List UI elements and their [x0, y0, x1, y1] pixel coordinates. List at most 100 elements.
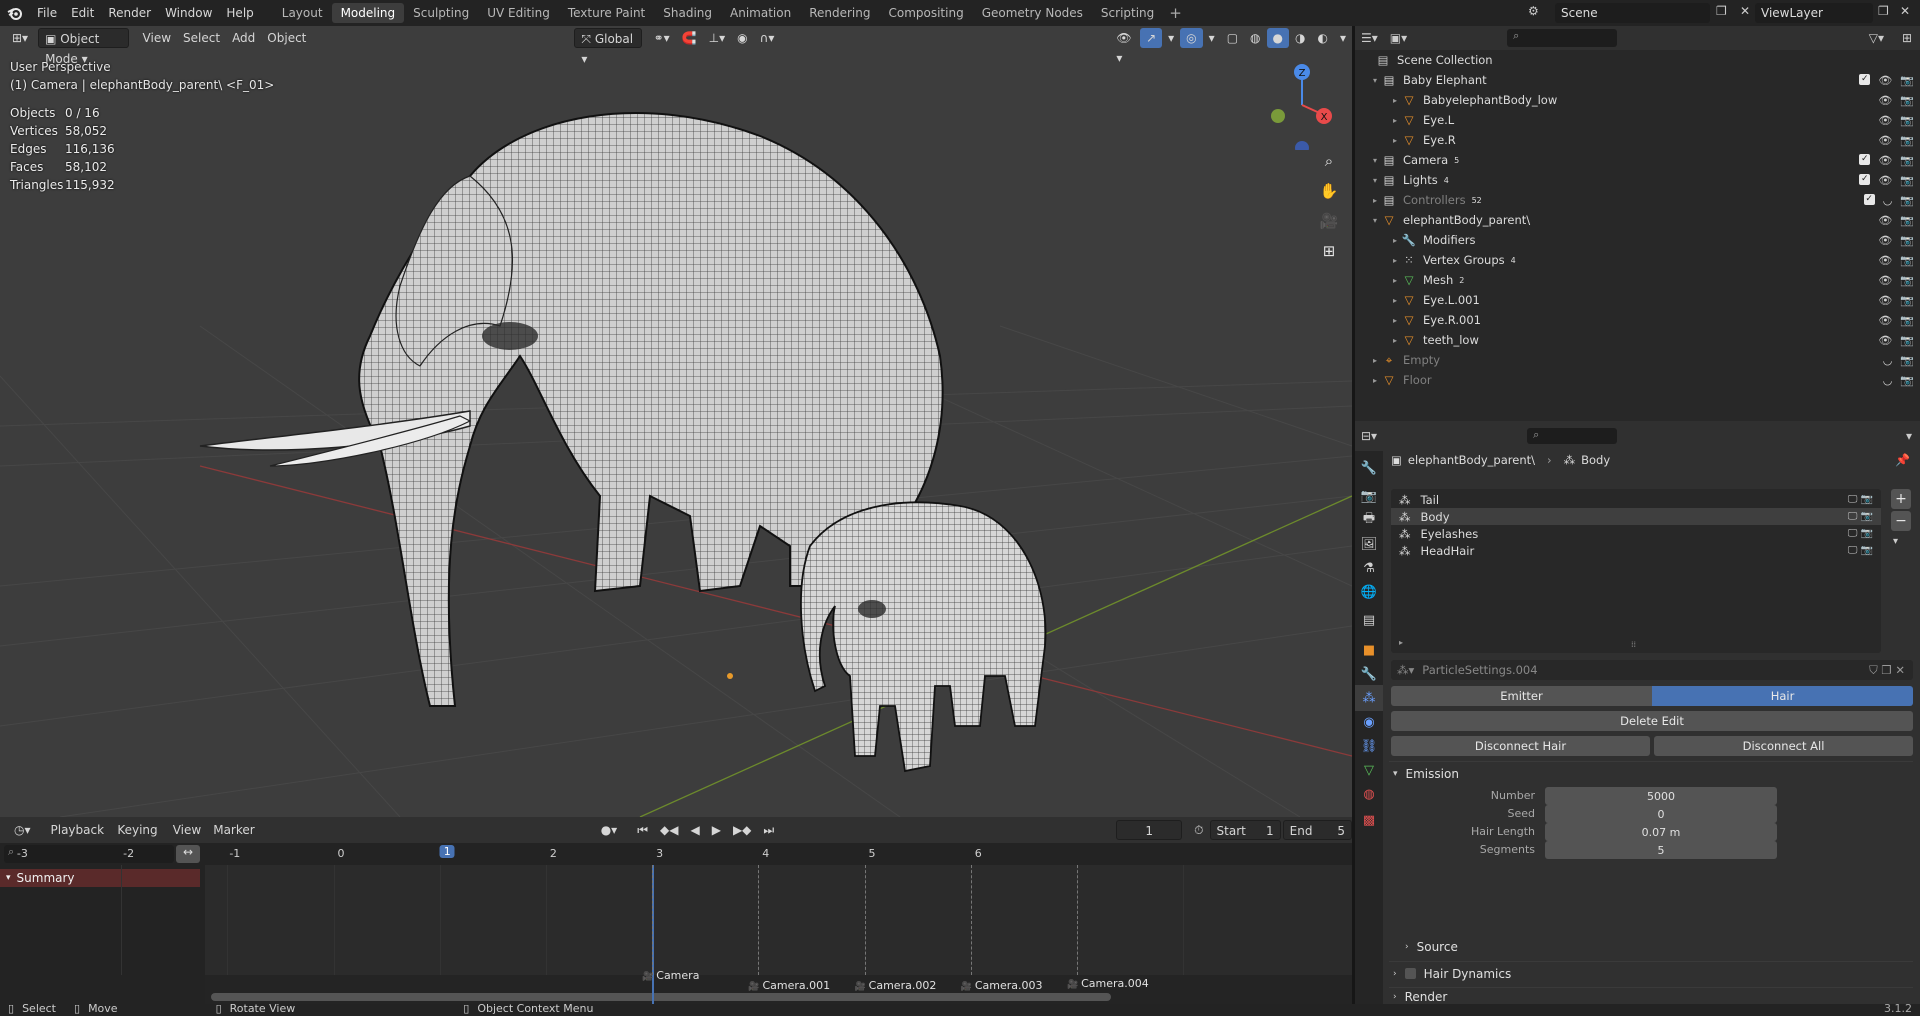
overlay-toggle-icon[interactable]: ◎ [1180, 28, 1203, 48]
timeline-marker[interactable]: 🎥 Camera.004 [1067, 977, 1149, 990]
display-mode-icon[interactable]: ▣▾ [1390, 31, 1407, 45]
visibility-eye-icon[interactable]: 👁 [1878, 274, 1892, 287]
menu-window[interactable]: Window [158, 0, 219, 26]
outliner-row[interactable]: ▸ ▽ Mesh 2 👁 📷 [1355, 270, 1920, 290]
outliner-row[interactable]: ▸ ▽ Eye.L 👁 📷 [1355, 110, 1920, 130]
timeline-marker[interactable]: 🎥 Camera.001 [748, 979, 830, 992]
material-shading-icon[interactable]: ◑ [1289, 28, 1311, 48]
outliner-row[interactable]: ▸ ▽ BabyelephantBody_low 👁 📷 [1355, 90, 1920, 110]
outliner-row[interactable]: ▸ 🔧 Modifiers 👁 📷 [1355, 230, 1920, 250]
blender-logo-icon[interactable] [0, 0, 30, 26]
emission-panel-header[interactable]: ▾ Emission [1389, 761, 1913, 785]
delete-edit-button[interactable]: Delete Edit [1391, 711, 1913, 731]
jump-start-icon[interactable]: ⏮ [631, 820, 654, 840]
tab-modeling[interactable]: Modeling [331, 3, 405, 23]
scene-selector[interactable]: Scene [1555, 3, 1710, 23]
menu-keying[interactable]: Keying ▾ [111, 820, 166, 857]
constraints-tab-icon[interactable]: ⛓ [1355, 733, 1383, 759]
render-panel[interactable]: › Render [1389, 987, 1913, 1005]
tab-geometry-nodes[interactable]: Geometry Nodes [973, 3, 1092, 23]
render-camera-icon[interactable]: 📷 [1900, 194, 1914, 207]
render-camera-icon[interactable]: 📷 [1900, 334, 1914, 347]
outliner-row[interactable]: ▾ ▤ Lights 4 ✓ 👁 📷 [1355, 170, 1920, 190]
visibility-eye-icon[interactable]: 👁 [1878, 154, 1892, 167]
tab-rendering[interactable]: Rendering [800, 3, 879, 23]
data-tab-icon[interactable]: ▽ [1355, 757, 1383, 783]
texture-tab-icon[interactable]: ▩ [1355, 807, 1383, 833]
emission-field-input[interactable]: 0.07 m [1545, 823, 1777, 841]
timeline-scrollbar[interactable] [211, 993, 1111, 1001]
properties-editor-icon[interactable]: ⊟▾ [1361, 429, 1377, 443]
editor-type-icon[interactable]: ⊞▾ [6, 28, 34, 48]
menu-playback[interactable]: Playback ▾ [45, 820, 112, 857]
filter-icon[interactable]: ▽▾ [1869, 31, 1884, 45]
exclude-checkbox[interactable]: ✓ [1859, 73, 1871, 85]
expand-icon[interactable]: ▸ [1389, 296, 1401, 305]
collapse-icon[interactable]: ▾ [1369, 156, 1381, 165]
visibility-eye-icon[interactable]: 👁 [1878, 334, 1892, 347]
dopesheet-area[interactable]: 🎥 Camera 🎥 Camera.001 🎥 Camera.002 🎥 Camera… [121, 865, 1352, 1004]
menu-help[interactable]: Help [219, 0, 260, 26]
remove-scene-icon[interactable]: ✕ [1740, 4, 1750, 18]
end-frame-field[interactable]: End 5 [1282, 820, 1352, 840]
collapse-icon[interactable]: ▾ [1369, 176, 1381, 185]
viewport-render-toggle-icon[interactable]: 🖵 📷 [1848, 494, 1873, 505]
menu-marker[interactable]: Marker [207, 820, 260, 840]
render-camera-icon[interactable]: 📷 [1900, 174, 1914, 187]
menu-view[interactable]: View [137, 28, 177, 48]
play-reverse-icon[interactable]: ◀ [684, 820, 705, 840]
view-layer-tab-icon[interactable]: 🖼 [1355, 531, 1383, 557]
expand-icon[interactable]: ▸ [1389, 316, 1401, 325]
pivot-icon[interactable]: ⚭▾ [648, 28, 676, 48]
tab-uv-editing[interactable]: UV Editing [478, 3, 559, 23]
properties-search-input[interactable]: ⌕ [1527, 428, 1618, 444]
expand-icon[interactable]: ▸ [1389, 136, 1401, 145]
tab-compositing[interactable]: Compositing [879, 3, 972, 23]
tab-sculpting[interactable]: Sculpting [404, 3, 478, 23]
visibility-eye-icon[interactable]: 👁 [1878, 134, 1892, 147]
pan-hand-icon[interactable]: ✋ [1316, 178, 1342, 204]
add-particle-system-button[interactable]: + [1891, 489, 1911, 509]
particle-system-item[interactable]: ⁂ Eyelashes 🖵 📷 [1391, 525, 1881, 542]
outliner-row[interactable]: ▸ ▽ Eye.L.001 👁 📷 [1355, 290, 1920, 310]
prev-keyframe-icon[interactable]: ◆◀ [654, 820, 684, 840]
start-frame-field[interactable]: Start 1 [1209, 820, 1281, 840]
exclude-checkbox[interactable]: ✓ [1859, 153, 1871, 165]
collapse-icon[interactable]: ▸ [1369, 376, 1381, 385]
outliner-editor-icon[interactable]: ☰▾ [1361, 31, 1378, 45]
wireframe-shading-icon[interactable]: ◍ [1244, 28, 1266, 48]
render-camera-icon[interactable]: 📷 [1900, 234, 1914, 247]
physics-tab-icon[interactable]: ◉ [1355, 709, 1383, 735]
tab-texture-paint[interactable]: Texture Paint [559, 3, 654, 23]
expand-icon[interactable]: ▸ [1389, 96, 1401, 105]
proportional-edit-icon[interactable]: ◉ [731, 28, 753, 48]
3d-viewport[interactable]: ⊞▾ ▣ Object Mode ▾ View Select Add Objec… [0, 26, 1352, 817]
outliner-row[interactable]: ▾ ▤ Baby Elephant ✓ 👁 📷 [1355, 70, 1920, 90]
menu-timeline-view[interactable]: View [167, 820, 207, 840]
menu-render[interactable]: Render [101, 0, 158, 26]
outliner-row[interactable]: ▸ ▽ Eye.R.001 👁 📷 [1355, 310, 1920, 330]
jump-end-icon[interactable]: ⏭ [757, 820, 780, 840]
visibility-icon[interactable]: 👁▾ [1110, 28, 1140, 65]
expand-icon[interactable]: ▸ [1389, 116, 1401, 125]
output-tab-icon[interactable]: 🖶 [1355, 507, 1383, 533]
render-camera-icon[interactable]: 📷 [1900, 314, 1914, 327]
tool-tab-icon[interactable]: 🔧 [1355, 455, 1383, 481]
emission-field-input[interactable]: 0 [1545, 805, 1777, 823]
visibility-eye-icon[interactable]: ◡ [1883, 374, 1893, 387]
visibility-eye-icon[interactable]: ◡ [1883, 354, 1893, 367]
render-camera-icon[interactable]: 📷 [1900, 274, 1914, 287]
timeline-marker[interactable]: 🎥 Camera.002 [855, 979, 937, 992]
particle-system-item[interactable]: ⁂ HeadHair 🖵 📷 [1391, 542, 1881, 559]
outliner-search-input[interactable]: ⌕ [1507, 29, 1618, 47]
render-camera-icon[interactable]: 📷 [1900, 354, 1914, 367]
exclude-checkbox[interactable]: ✓ [1859, 173, 1871, 185]
outliner-row[interactable]: ▸ ⁙ Vertex Groups 4 👁 📷 [1355, 250, 1920, 270]
mode-selector[interactable]: ▣ Object Mode ▾ [38, 28, 129, 66]
hair-dynamics-panel[interactable]: › Hair Dynamics [1389, 961, 1913, 985]
modifier-tab-icon[interactable]: 🔧 [1355, 661, 1383, 687]
next-keyframe-icon[interactable]: ▶◆ [727, 820, 757, 840]
outliner-row[interactable]: ▸ ▽ teeth_low 👁 📷 [1355, 330, 1920, 350]
menu-select[interactable]: Select [177, 28, 226, 48]
particles-tab-icon[interactable]: ⁂ [1355, 685, 1383, 711]
